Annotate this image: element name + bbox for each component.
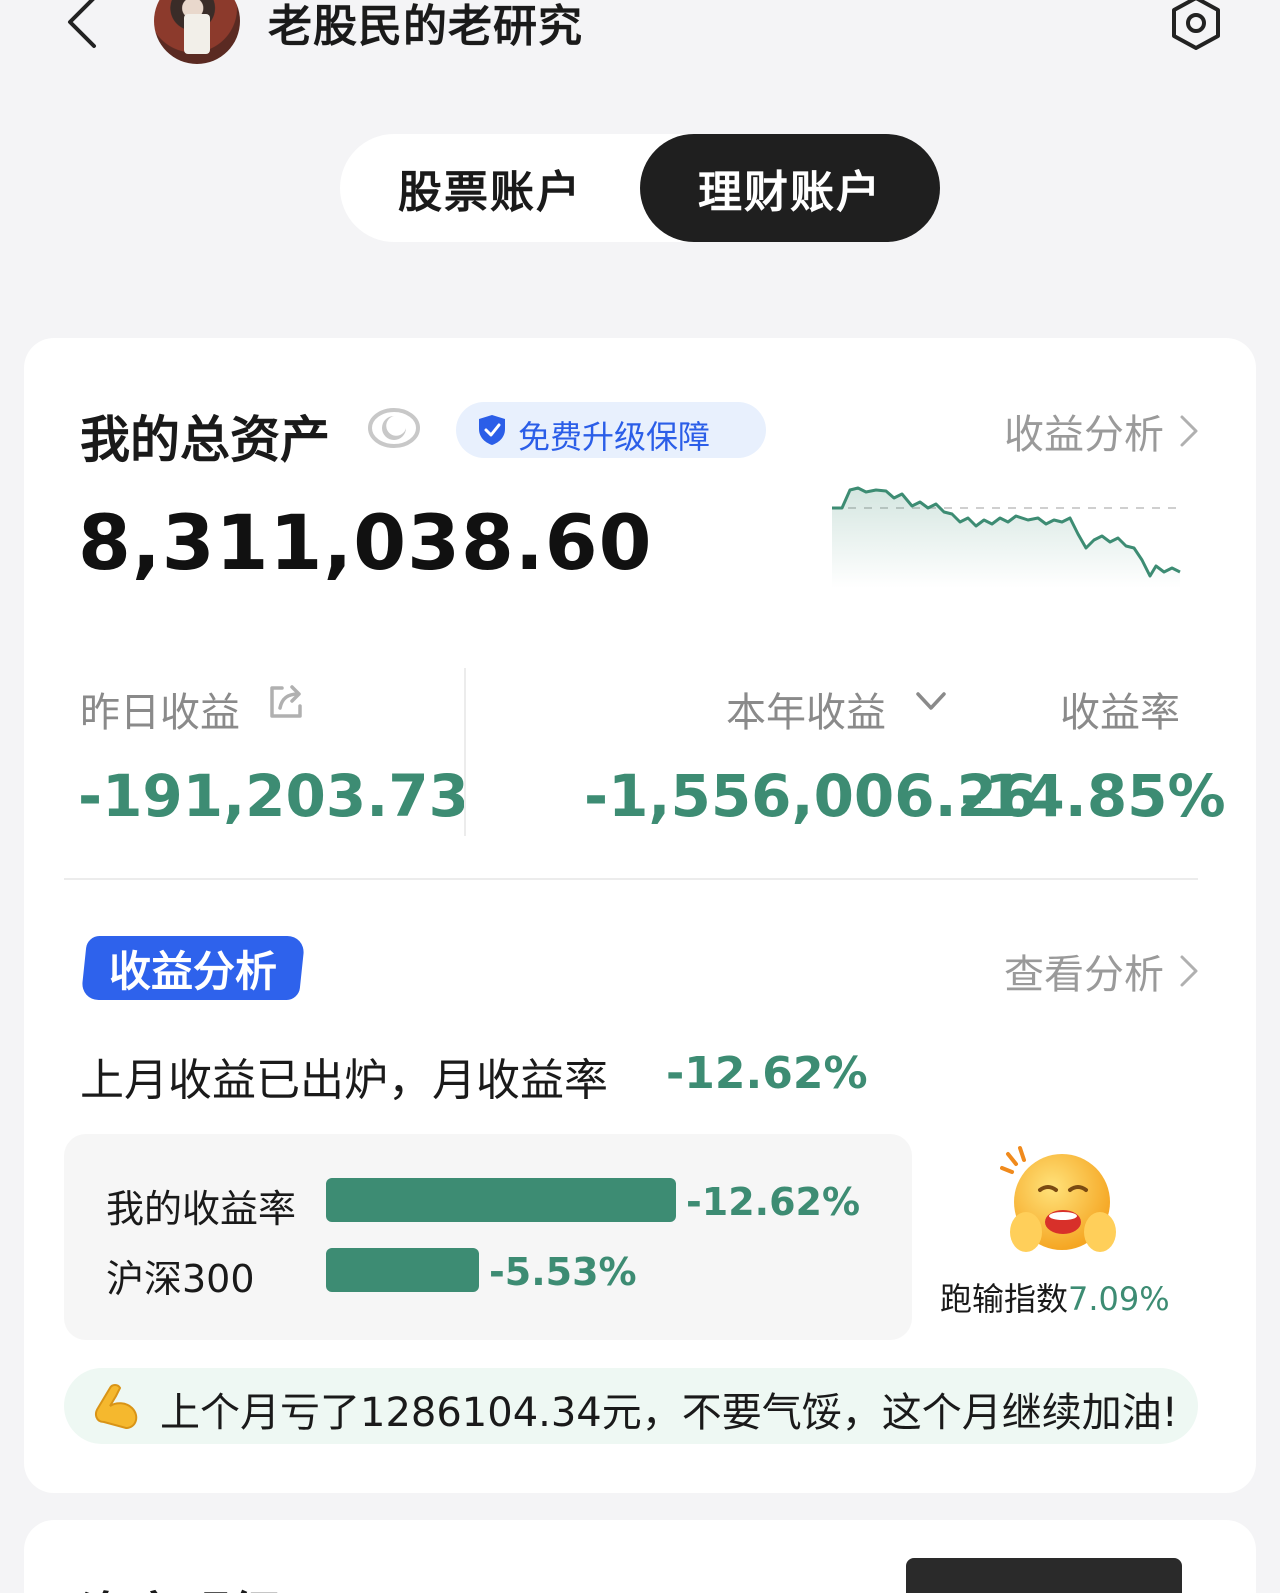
- year-income-label[interactable]: 本年收益: [726, 680, 886, 738]
- shield-icon: [479, 415, 505, 445]
- top-bar: 老股民的老研究: [0, 0, 1280, 70]
- csi300-return-value: -5.53%: [489, 1250, 637, 1294]
- income-analysis-tag: 收益分析: [80, 936, 306, 1000]
- chevron-down-icon[interactable]: [914, 690, 948, 714]
- settings-icon[interactable]: [1166, 0, 1226, 54]
- stats-divider: [464, 668, 466, 836]
- avatar[interactable]: [154, 0, 240, 64]
- csi300-label: 沪深300: [106, 1257, 255, 1301]
- return-rate-label: 收益率: [1060, 690, 1180, 736]
- assets-card: 我的总资产 免费升级保障 收益分析 8,311,038.60 昨日收益 -191…: [24, 338, 1256, 1493]
- asset-details-title: 资产明细: [80, 1576, 280, 1593]
- yesterday-income-label: 昨日收益: [80, 690, 240, 736]
- asset-trend-sparkline[interactable]: [832, 478, 1182, 588]
- badge-label: 免费升级保障: [518, 418, 711, 456]
- income-analysis-link[interactable]: 收益分析: [1004, 402, 1200, 460]
- my-return-value: -12.62%: [686, 1180, 861, 1224]
- tab-wealth-account[interactable]: 理财账户: [640, 134, 940, 242]
- section-divider: [64, 878, 1198, 880]
- total-assets-value: 8,311,038.60: [78, 498, 653, 587]
- share-icon[interactable]: [266, 682, 306, 722]
- back-arrow-icon[interactable]: [62, 0, 106, 52]
- income-analysis-tag-label: 收益分析: [108, 946, 277, 996]
- yesterday-income-value: -191,203.73: [78, 762, 469, 830]
- tab-stock-account[interactable]: 股票账户: [340, 134, 640, 242]
- encouragement-text: 上个月亏了1286104.34元，不要气馁，这个月继续加油!: [160, 1390, 1178, 1436]
- upgrade-protection-badge[interactable]: 免费升级保障: [456, 402, 766, 458]
- asset-details-card: 资产明细: [24, 1520, 1256, 1593]
- lose-index-value: 7.09%: [1068, 1280, 1170, 1318]
- flexed-bicep-icon: [95, 1384, 138, 1430]
- monthly-summary-text: 上月收益已出炉，月收益率: [80, 1055, 608, 1106]
- page-title: 老股民的老研究: [268, 1, 583, 52]
- total-assets-title: 我的总资产: [80, 411, 330, 469]
- eye-icon[interactable]: [364, 398, 424, 458]
- return-comparison-panel: 我的收益率 -12.62% 沪深300 -5.53%: [64, 1134, 912, 1340]
- my-return-label: 我的收益率: [106, 1187, 297, 1231]
- view-analysis-link[interactable]: 查看分析: [1004, 942, 1200, 1000]
- lose-index-text: 跑输指数7.09%: [940, 1274, 1170, 1320]
- income-analysis-link-label: 收益分析: [1004, 412, 1164, 458]
- chevron-right-icon: [1180, 415, 1198, 447]
- crying-face-icon: [1000, 1146, 1116, 1252]
- csi300-return-bar: [326, 1248, 479, 1292]
- encouragement-banner: 上个月亏了1286104.34元，不要气馁，这个月继续加油!: [64, 1368, 1198, 1444]
- lose-index-label: 跑输指数: [940, 1280, 1069, 1318]
- view-analysis-link-label: 查看分析: [1004, 952, 1164, 998]
- chevron-right-icon: [1180, 955, 1198, 987]
- return-rate-value: -14.85%: [960, 762, 1226, 830]
- promo-thumbnail[interactable]: [906, 1558, 1182, 1593]
- account-tab-switcher: 股票账户 理财账户: [340, 134, 940, 242]
- my-return-bar: [326, 1178, 676, 1222]
- monthly-rate-value: -12.62%: [666, 1048, 868, 1099]
